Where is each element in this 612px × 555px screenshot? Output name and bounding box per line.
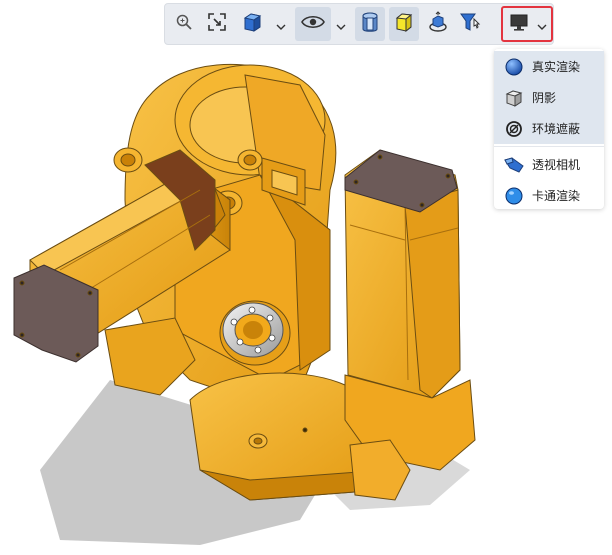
explode-button[interactable] <box>423 7 453 41</box>
bearing-ring[interactable] <box>219 300 291 366</box>
fit-view-button[interactable] <box>202 7 232 41</box>
perspective-camera-icon <box>504 155 524 175</box>
ambient-occlusion-icon <box>504 119 524 139</box>
menu-item-shadow[interactable]: 阴影 <box>494 82 604 113</box>
menu-item-cartoon-render[interactable]: 卡通渲染 <box>494 180 604 211</box>
menu-item-label: 阴影 <box>532 91 557 105</box>
display-mode-button[interactable] <box>389 7 419 41</box>
viewer-toolbar <box>164 3 554 45</box>
render-mode-button[interactable] <box>501 6 553 42</box>
section-icon <box>360 11 380 37</box>
chevron-down-icon <box>537 15 547 34</box>
menu-item-label: 透视相机 <box>532 158 581 172</box>
render-mode-menu: 真实渲染 阴影 环境遮蔽 透视相机 卡通渲染 <box>494 49 604 209</box>
menu-item-label: 真实渲染 <box>532 60 581 74</box>
chevron-down-icon <box>336 15 346 34</box>
section-button[interactable] <box>355 7 385 41</box>
explode-icon <box>427 11 449 37</box>
filter-icon <box>459 11 481 37</box>
view-cube-icon <box>241 11 263 37</box>
vertical-motor[interactable] <box>344 149 476 501</box>
fit-view-icon <box>207 12 227 36</box>
view-cube-dropdown[interactable] <box>275 16 287 32</box>
menu-item-ambient-occlusion[interactable]: 环境遮蔽 <box>494 113 604 144</box>
visibility-button[interactable] <box>295 7 331 41</box>
menu-item-realistic-render[interactable]: 真实渲染 <box>494 51 604 82</box>
render-mode-monitor-icon <box>509 12 529 36</box>
zoom-button[interactable] <box>169 7 199 41</box>
zoom-icon <box>175 13 193 35</box>
visibility-eye-icon <box>301 14 325 34</box>
shadow-cube-icon <box>504 88 524 108</box>
filter-button[interactable] <box>455 7 485 41</box>
menu-divider <box>494 146 604 147</box>
menu-item-perspective-camera[interactable]: 透视相机 <box>494 149 604 180</box>
view-cube-button[interactable] <box>237 7 267 41</box>
realistic-sphere-icon <box>504 57 524 77</box>
chevron-down-icon <box>276 15 286 34</box>
visibility-dropdown[interactable] <box>335 16 347 32</box>
cartoon-sphere-icon <box>504 186 524 206</box>
menu-item-label: 环境遮蔽 <box>532 122 581 136</box>
display-mode-cube-icon <box>394 12 414 36</box>
menu-item-label: 卡通渲染 <box>532 189 581 203</box>
